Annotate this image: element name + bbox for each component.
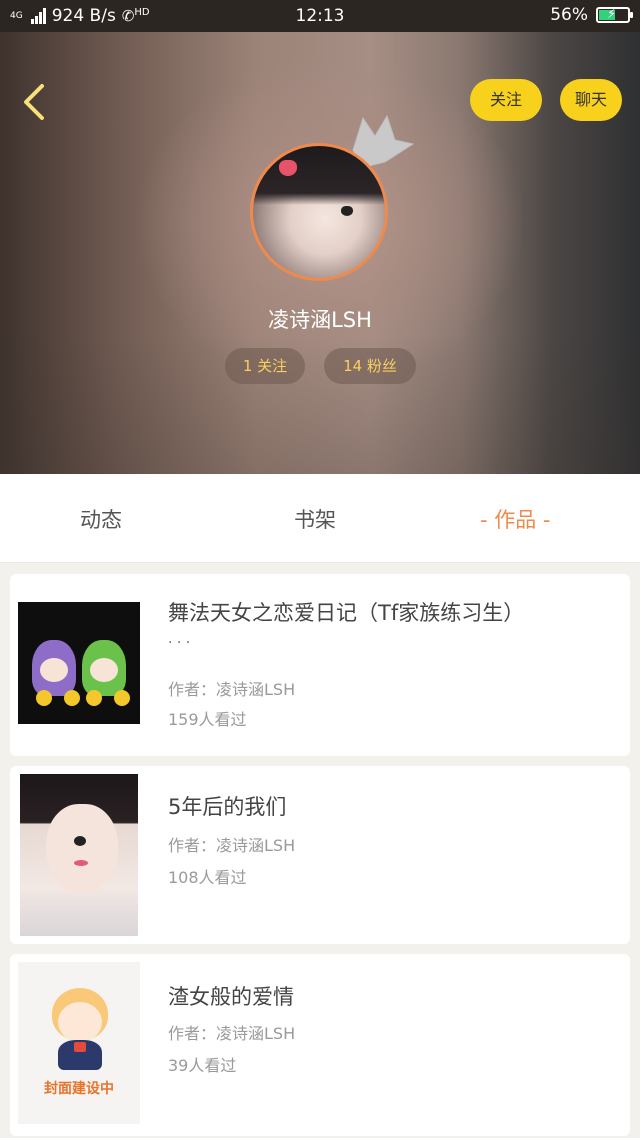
work-title-ellipsis: · · · xyxy=(168,635,191,651)
following-count[interactable]: 1 关注 xyxy=(225,348,305,384)
clock: 12:13 xyxy=(295,6,345,26)
work-cover xyxy=(20,774,138,936)
follow-button[interactable]: 关注 xyxy=(470,79,542,121)
work-author: 作者：凌诗涵LSH xyxy=(168,1024,296,1043)
work-title: 渣女般的爱情 xyxy=(168,985,294,1009)
profile-tabs: 动态 书架 - 作品 - xyxy=(0,474,640,563)
profile-header: 关注 聊天 凌诗涵LSH 1 关注 14 粉丝 xyxy=(0,32,640,474)
status-bar: 4G 924 B/s ✆ HD 12:13 56% ⚡ xyxy=(0,0,640,32)
battery-icon: ⚡ xyxy=(596,7,633,23)
cover-caption: 封面建设中 xyxy=(44,1081,114,1097)
list-item[interactable]: 封面建设中 渣女般的爱情 作者：凌诗涵LSH 39人看过 xyxy=(10,954,630,1136)
work-views: 159人看过 xyxy=(168,710,247,729)
tab-activity[interactable]: 动态 xyxy=(80,504,122,534)
work-cover: 封面建设中 xyxy=(18,962,140,1124)
avatar[interactable] xyxy=(250,143,388,281)
work-views: 108人看过 xyxy=(168,868,247,887)
work-title: 5年后的我们 xyxy=(168,795,287,819)
work-cover xyxy=(18,602,140,724)
chat-button[interactable]: 聊天 xyxy=(560,79,622,121)
list-item[interactable]: 5年后的我们 作者：凌诗涵LSH 108人看过 xyxy=(10,766,630,944)
work-author: 作者：凌诗涵LSH xyxy=(168,836,296,855)
work-title: 舞法天女之恋爱日记（Tf家族练习生） xyxy=(168,601,525,625)
tab-bookshelf[interactable]: 书架 xyxy=(294,504,336,534)
back-arrow-icon[interactable] xyxy=(18,80,54,124)
work-author: 作者：凌诗涵LSH xyxy=(168,680,296,699)
work-views: 39人看过 xyxy=(168,1056,237,1075)
fans-count[interactable]: 14 粉丝 xyxy=(324,348,416,384)
list-item[interactable]: 舞法天女之恋爱日记（Tf家族练习生） · · · 作者：凌诗涵LSH 159人看… xyxy=(10,574,630,756)
tab-works[interactable]: - 作品 - xyxy=(480,504,551,534)
username: 凌诗涵LSH xyxy=(268,308,372,332)
battery-percent: 56% xyxy=(550,5,588,25)
